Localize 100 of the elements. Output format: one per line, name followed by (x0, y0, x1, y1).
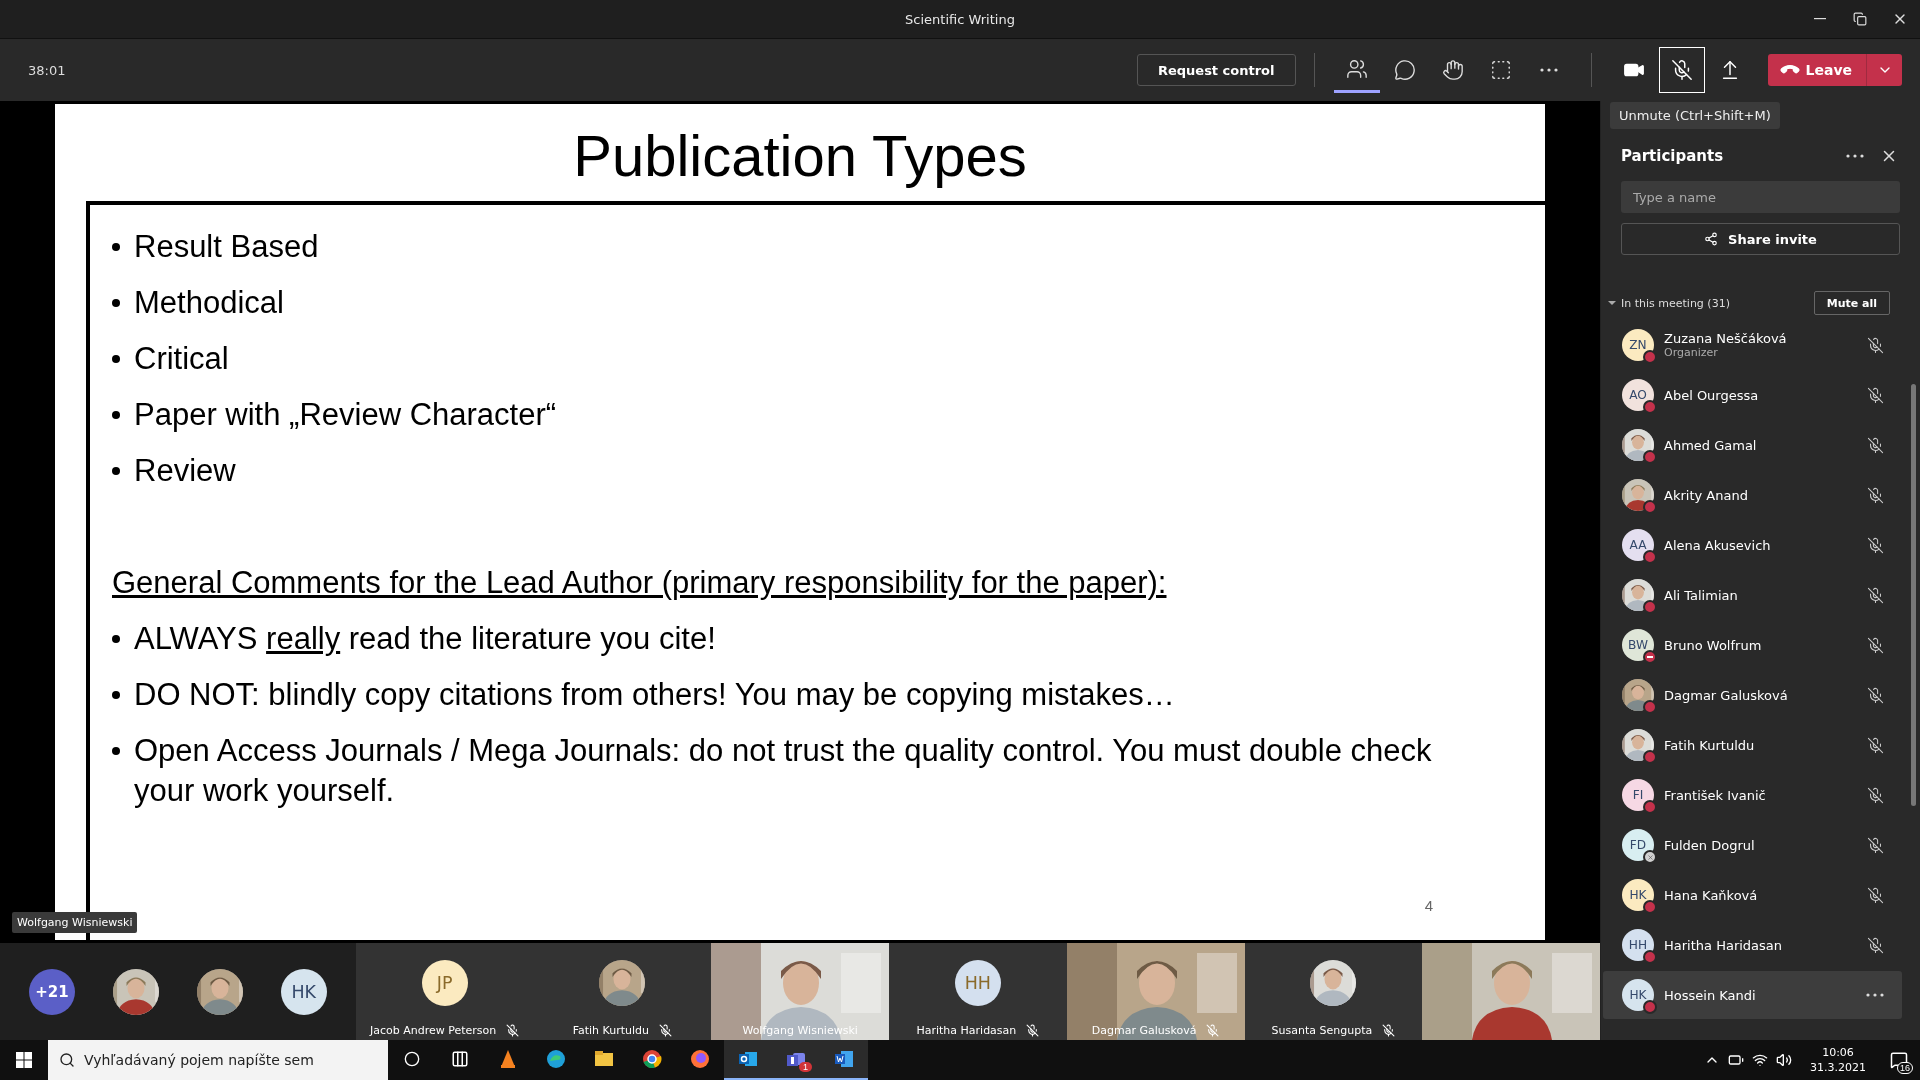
avatar: AO (1622, 379, 1654, 411)
more-icon (1539, 68, 1558, 72)
chat-icon (1393, 59, 1416, 81)
bullet-text: Open Access Journals / Mega Journals: do not trust the quality control. You must double check your work yourself. (134, 732, 1433, 810)
bullet-icon (112, 747, 120, 755)
participant-row[interactable]: AO Abel Ourgessa (1603, 371, 1902, 419)
battery-icon[interactable] (1728, 1052, 1744, 1068)
mic-off-icon (1867, 536, 1884, 554)
participant-name: Akrity Anand (1664, 487, 1749, 503)
share-invite-button[interactable]: Share invite (1621, 223, 1900, 255)
mic-off-icon (1867, 736, 1884, 754)
participant-row[interactable]: Ali Talimian (1603, 571, 1902, 619)
mic-off-icon (1867, 486, 1884, 504)
task-view-icon (451, 1050, 469, 1068)
taskbar-app-button[interactable]: 1 (772, 1040, 820, 1080)
network-icon[interactable] (1752, 1052, 1768, 1068)
avatar: FD (1622, 829, 1654, 861)
panel-title: Participants (1621, 147, 1724, 165)
participant-name: Ahmed Gamal (1664, 437, 1758, 453)
mic-off-icon (1867, 336, 1884, 354)
clock-time[interactable]: 10:06 (1822, 1045, 1854, 1060)
bullet-icon (112, 635, 120, 643)
notification-icon (1890, 1051, 1908, 1069)
more-icon[interactable] (1866, 993, 1884, 997)
avatar: FI (1622, 779, 1654, 811)
mic-off-icon (1867, 886, 1884, 904)
bullet-icon (112, 299, 120, 307)
avatar: BW (1622, 629, 1654, 661)
participant-row[interactable]: Fatih Kurtuldu (1603, 721, 1902, 769)
participant-name: Fatih Kurtuldu (1664, 737, 1756, 753)
bullet-icon (112, 691, 120, 699)
participant-row[interactable]: FI František Ivanič (1603, 771, 1902, 819)
share-icon (1704, 232, 1719, 246)
participant-name: František Ivanič (1664, 787, 1767, 803)
participant-row[interactable]: HK Hossein Kandi (1603, 971, 1902, 1019)
bullet-text: Review (134, 452, 237, 490)
mic-off-icon (1867, 686, 1884, 704)
volume-icon[interactable] (1776, 1052, 1792, 1068)
participant-row[interactable]: BW Bruno Wolfrum (1603, 621, 1902, 669)
notifications-button[interactable]: 16 (1884, 1040, 1914, 1080)
participant-name: Dagmar Galusková (1091, 1024, 1197, 1037)
bullet-text: Paper with „Review Character“ (134, 396, 558, 434)
bullet-text: Critical (134, 340, 230, 378)
people-icon (1345, 57, 1368, 80)
taskbar-app-button[interactable] (724, 1040, 772, 1080)
participant-row[interactable]: AA Alena Akusevich (1603, 521, 1902, 569)
participant-row[interactable]: FD Fulden Dogrul (1603, 821, 1902, 869)
bullet-icon (112, 411, 120, 419)
participant-name: Jacob Andrew Peterson (369, 1024, 497, 1037)
avatar: AA (1622, 529, 1654, 561)
notification-count: 16 (1897, 1062, 1913, 1074)
participant-name: Haritha Haridasan (1664, 937, 1784, 953)
section-toggle[interactable]: In this meeting (31) (1608, 296, 1730, 310)
mic-off-icon (1867, 786, 1884, 804)
participant-name: Dagmar Galusková (1664, 687, 1789, 703)
participant-name: Susanta Sengupta (1271, 1024, 1373, 1037)
restore-icon (1853, 12, 1867, 26)
bullet-icon (112, 355, 120, 363)
mute-all-button[interactable]: Mute all (1813, 291, 1890, 315)
presenter-name-tag: Wolfgang Wisniewski (12, 912, 138, 933)
avatar: HH (954, 959, 1001, 1006)
taskbar-app-button[interactable] (820, 1040, 868, 1080)
participant-row[interactable]: Ahmed Gamal (1603, 421, 1902, 469)
clock-date[interactable]: 31.3.2021 (1810, 1060, 1866, 1075)
mic-off-button[interactable] (1658, 47, 1705, 93)
scrollbar[interactable] (1911, 384, 1916, 806)
participant-name: Alena Akusevich (1664, 537, 1772, 553)
avatar: HK (280, 968, 327, 1015)
mic-off-icon (1867, 836, 1884, 854)
avatar: HK (1622, 979, 1654, 1011)
mic-off-icon (1867, 386, 1884, 404)
participant-row[interactable]: ZN Zuzana Neščáková Organizer (1603, 321, 1902, 369)
participant-name: Hossein Kandi (1664, 987, 1757, 1003)
slide-heading: General Comments for the Lead Author (primary responsibility for the paper): (112, 564, 1168, 602)
minimize-icon (1814, 18, 1826, 20)
participant-row[interactable]: Dagmar Galusková (1603, 671, 1902, 719)
search-field[interactable]: Type a name (1621, 181, 1900, 213)
mic-off-icon (1867, 936, 1884, 954)
participant-row[interactable]: HK Hana Kaňková (1603, 871, 1902, 919)
participant-row[interactable]: Akrity Anand (1603, 471, 1902, 519)
slide-title: Publication Types (572, 122, 1028, 190)
avatar: HH (1622, 929, 1654, 961)
participant-name: Bruno Wolfrum (1664, 637, 1763, 653)
rooms-icon (1489, 59, 1512, 81)
mic-off-icon (1867, 636, 1884, 654)
bullet-text: DO NOT: blindly copy citations from others! You may be copying mistakes… (134, 676, 1176, 714)
windows-icon (16, 1052, 32, 1068)
caret-icon (1608, 301, 1616, 305)
more-participants-button[interactable]: +21 (28, 968, 75, 1015)
leave-button[interactable]: Leave (1767, 54, 1866, 86)
more-icon[interactable] (1846, 154, 1864, 158)
participant-row[interactable]: HH Haritha Haridasan (1603, 921, 1902, 969)
app-icon (833, 1048, 855, 1070)
leave-options-button[interactable] (1866, 54, 1902, 86)
bullet-text: Methodical (134, 284, 285, 322)
bullet-text: ALWAYS really read the literature you cite! (134, 620, 717, 658)
app-icon (641, 1048, 663, 1070)
request-control-button[interactable]: Request control (1136, 54, 1296, 86)
taskbar-search-field[interactable]: Vyhľadávaný pojem napíšte sem (48, 1040, 388, 1080)
bullet-text: Result Based (134, 228, 320, 266)
